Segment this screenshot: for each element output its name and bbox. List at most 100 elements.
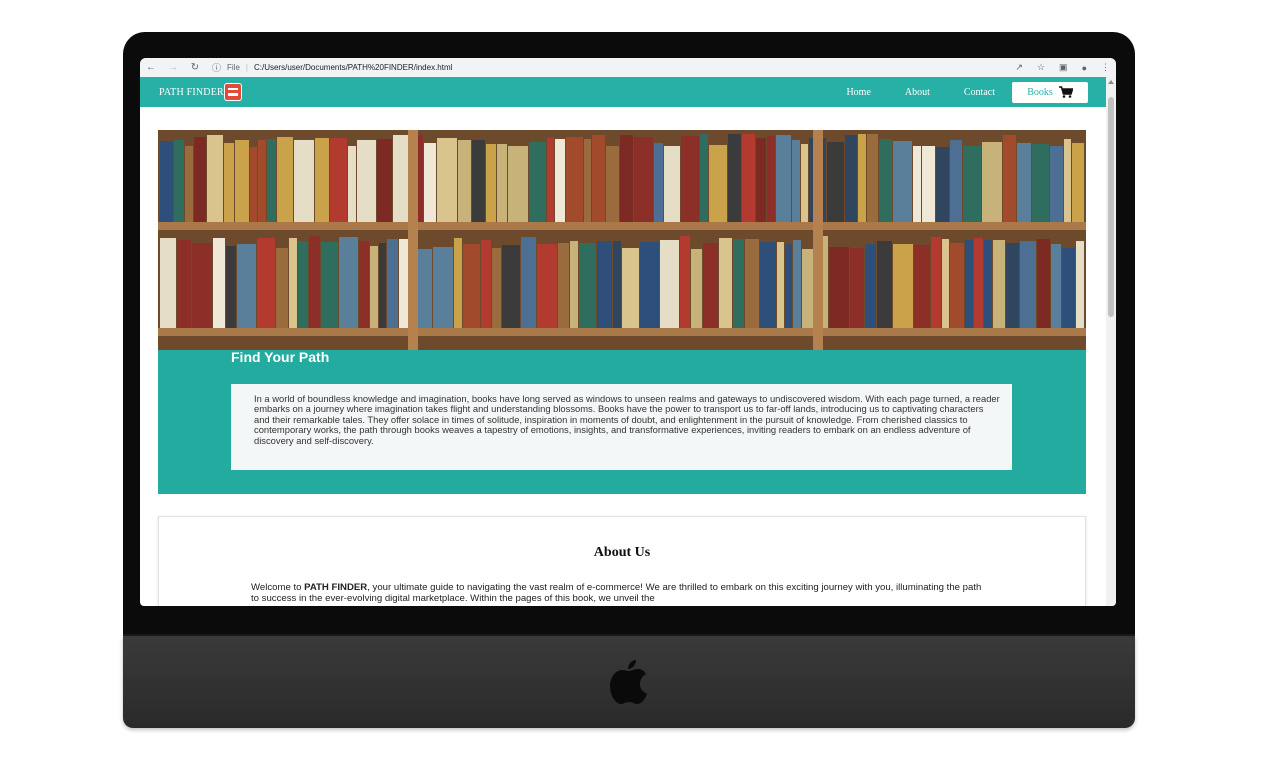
- book-spine: [767, 136, 775, 222]
- bookmark-star-icon[interactable]: ☆: [1037, 62, 1045, 73]
- books-button-label: Books: [1027, 86, 1053, 98]
- book-spine: [1050, 146, 1063, 222]
- book-spine: [521, 237, 536, 328]
- book-spine: [742, 134, 755, 222]
- book-spine: [654, 143, 663, 222]
- back-arrow-icon[interactable]: ←: [140, 62, 162, 73]
- about-text-prefix: Welcome to: [251, 582, 305, 593]
- forward-arrow-icon[interactable]: →: [162, 62, 184, 73]
- book-spine: [965, 240, 973, 328]
- book-spine: [537, 244, 557, 328]
- book-spine: [785, 244, 792, 328]
- book-spine: [472, 140, 485, 222]
- book-spine: [1032, 144, 1049, 222]
- nav-link-about[interactable]: About: [905, 87, 930, 98]
- apple-logo-icon: [610, 660, 647, 704]
- book-spine: [829, 247, 849, 328]
- book-spine: [555, 139, 565, 222]
- book-spine: [664, 146, 680, 222]
- site-info-icon[interactable]: ⓘ: [212, 61, 221, 74]
- book-spine: [267, 139, 276, 222]
- brand-name: PATH FINDER: [159, 86, 224, 98]
- book-spine: [315, 138, 329, 222]
- book-spine: [760, 242, 776, 328]
- book-spine: [497, 144, 507, 222]
- book-spine: [194, 137, 206, 222]
- book-spine: [359, 241, 369, 328]
- book-spine: [481, 240, 491, 328]
- book-spine: [1062, 248, 1075, 328]
- book-spine: [709, 145, 727, 222]
- book-logo-icon: [224, 84, 241, 100]
- book-spine: [454, 238, 462, 328]
- book-spine: [458, 140, 471, 222]
- book-spine: [547, 138, 554, 222]
- book-spine: [463, 244, 480, 328]
- hero-text: In a world of boundless knowledge and im…: [254, 393, 1000, 446]
- page-scrollbar[interactable]: [1106, 77, 1116, 606]
- scroll-up-arrow-icon[interactable]: [1108, 80, 1114, 84]
- about-section: About Us Welcome to PATH FINDER, your ul…: [158, 516, 1086, 606]
- reload-icon[interactable]: ↻: [184, 62, 206, 73]
- book-spine: [257, 238, 275, 328]
- book-spine: [606, 146, 619, 222]
- book-spine: [1006, 243, 1019, 328]
- book-spine: [982, 142, 1002, 222]
- book-spine: [1064, 139, 1071, 222]
- book-spine: [942, 239, 949, 328]
- book-spine: [922, 146, 935, 222]
- shelf-post: [813, 130, 823, 350]
- book-spine: [792, 140, 800, 222]
- book-spine: [276, 248, 288, 328]
- book-spine: [177, 240, 191, 328]
- book-spine: [845, 135, 857, 222]
- book-spine: [330, 138, 347, 222]
- book-spine: [620, 135, 633, 222]
- nav-link-contact[interactable]: Contact: [964, 87, 995, 98]
- book-spine: [703, 243, 718, 328]
- brand-logo[interactable]: PATH FINDER: [159, 84, 241, 100]
- scrollbar-thumb[interactable]: [1108, 97, 1114, 317]
- profile-icon[interactable]: ●: [1082, 63, 1087, 73]
- shelf-board: [158, 328, 1086, 336]
- book-spine: [379, 243, 386, 328]
- book-spine: [486, 144, 496, 222]
- book-spine: [357, 140, 376, 222]
- hero-text-card: In a world of boundless knowledge and im…: [231, 384, 1012, 470]
- book-spine: [914, 245, 930, 328]
- nav-links: Home About Contact Books: [846, 81, 1088, 103]
- book-spine: [756, 138, 766, 222]
- books-button[interactable]: Books: [1012, 81, 1088, 103]
- book-spine: [913, 146, 921, 222]
- share-icon[interactable]: ↗: [1015, 62, 1023, 73]
- book-spine: [719, 238, 732, 328]
- about-text-brand: PATH FINDER: [304, 582, 368, 593]
- book-spine: [207, 135, 223, 222]
- book-spine: [185, 146, 193, 222]
- book-spine: [174, 140, 184, 222]
- book-spine: [728, 134, 741, 222]
- address-bar-url[interactable]: C:/Users/user/Documents/PATH%20FINDER/in…: [254, 63, 452, 72]
- side-panel-icon[interactable]: ▣: [1059, 62, 1068, 73]
- book-spine: [529, 142, 546, 222]
- book-spine: [433, 247, 453, 328]
- browser-menu-icon[interactable]: ⋮: [1101, 62, 1110, 73]
- book-spine: [592, 135, 605, 222]
- book-spine: [370, 246, 378, 328]
- book-spine: [226, 246, 236, 328]
- book-spine: [224, 143, 234, 222]
- book-spine: [777, 242, 784, 328]
- book-spine: [931, 237, 941, 328]
- nav-link-home[interactable]: Home: [846, 87, 870, 98]
- site-navbar: PATH FINDER Home About Contact Books: [140, 77, 1106, 107]
- book-spine: [700, 134, 708, 222]
- book-spine: [289, 238, 297, 328]
- book-spine: [566, 137, 583, 222]
- book-spine: [974, 238, 983, 328]
- book-spine: [258, 140, 266, 222]
- book-spine: [277, 137, 293, 222]
- book-spine: [558, 243, 569, 328]
- book-spine: [893, 244, 913, 328]
- hero-section: Find Your Path In a world of boundless k…: [158, 130, 1086, 494]
- browser-screen: ← → ↻ ⓘ File | C:/Users/user/Documents/P…: [140, 58, 1116, 606]
